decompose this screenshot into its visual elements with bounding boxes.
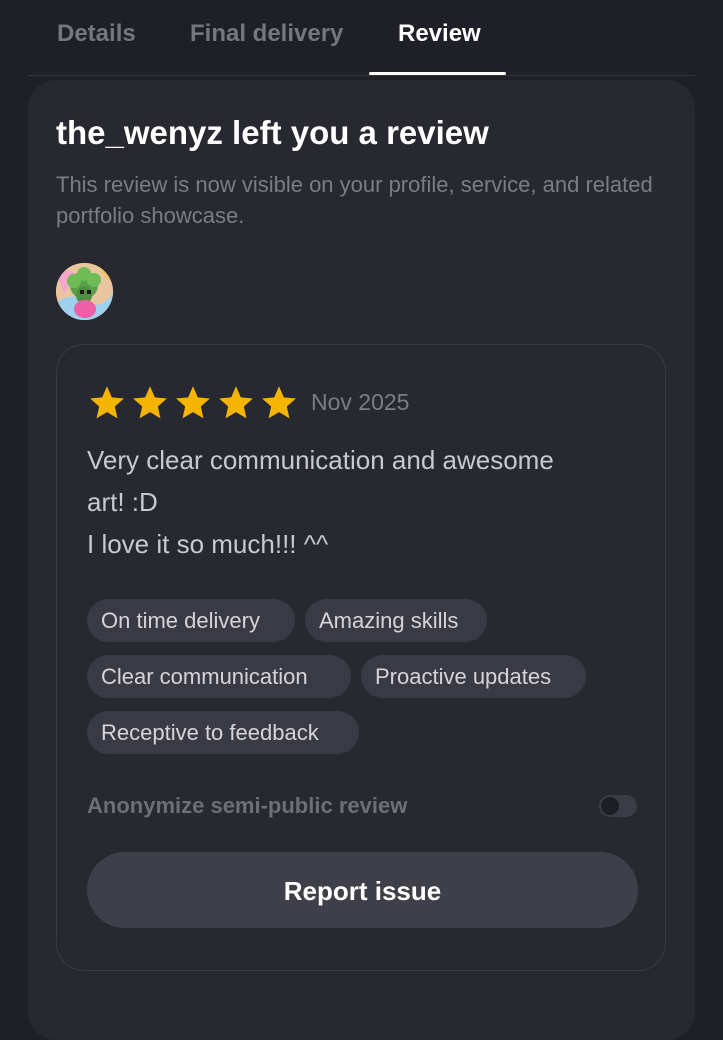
tab-details[interactable]: Details: [57, 20, 136, 48]
tag-amazing-skills: Amazing skills: [305, 599, 487, 642]
review-text-line: I love it so much!!! ^^: [87, 529, 329, 559]
tab-final-delivery[interactable]: Final delivery: [190, 20, 343, 48]
review-date: Nov 2025: [311, 389, 410, 415]
review-box: Nov 2025 Very clear communication and aw…: [56, 344, 666, 971]
star-icon: [217, 385, 255, 421]
review-text: Very clear communication and awesome art…: [87, 439, 627, 565]
review-card: the_wenyz left you a review This review …: [28, 80, 695, 1040]
tag-on-time-delivery: On time delivery: [87, 599, 295, 642]
tag-proactive-updates: Proactive updates: [361, 655, 586, 698]
review-text-line: Very clear communication and awesome: [87, 445, 554, 475]
review-title: the_wenyz left you a review: [56, 114, 489, 151]
tag-receptive-to-feedback: Receptive to feedback: [87, 711, 359, 754]
star-icon: [88, 385, 126, 421]
star-rating: [88, 385, 298, 421]
anonymize-toggle[interactable]: [599, 795, 637, 817]
anonymize-label: Anonymize semi-public review: [87, 793, 408, 818]
star-icon: [260, 385, 298, 421]
toggle-knob: [601, 797, 619, 815]
avatar-illustration-icon[interactable]: [56, 263, 113, 320]
active-tab-indicator: [369, 72, 506, 75]
review-text-line: art! :D: [87, 487, 158, 517]
star-icon: [131, 385, 169, 421]
review-subtitle: This review is now visible on your profi…: [56, 172, 653, 228]
report-issue-button[interactable]: Report issue: [87, 852, 638, 928]
tag-clear-communication: Clear communication: [87, 655, 351, 698]
tab-review[interactable]: Review: [398, 20, 481, 48]
star-icon: [174, 385, 212, 421]
tab-bar: Details Final delivery Review: [28, 0, 695, 76]
